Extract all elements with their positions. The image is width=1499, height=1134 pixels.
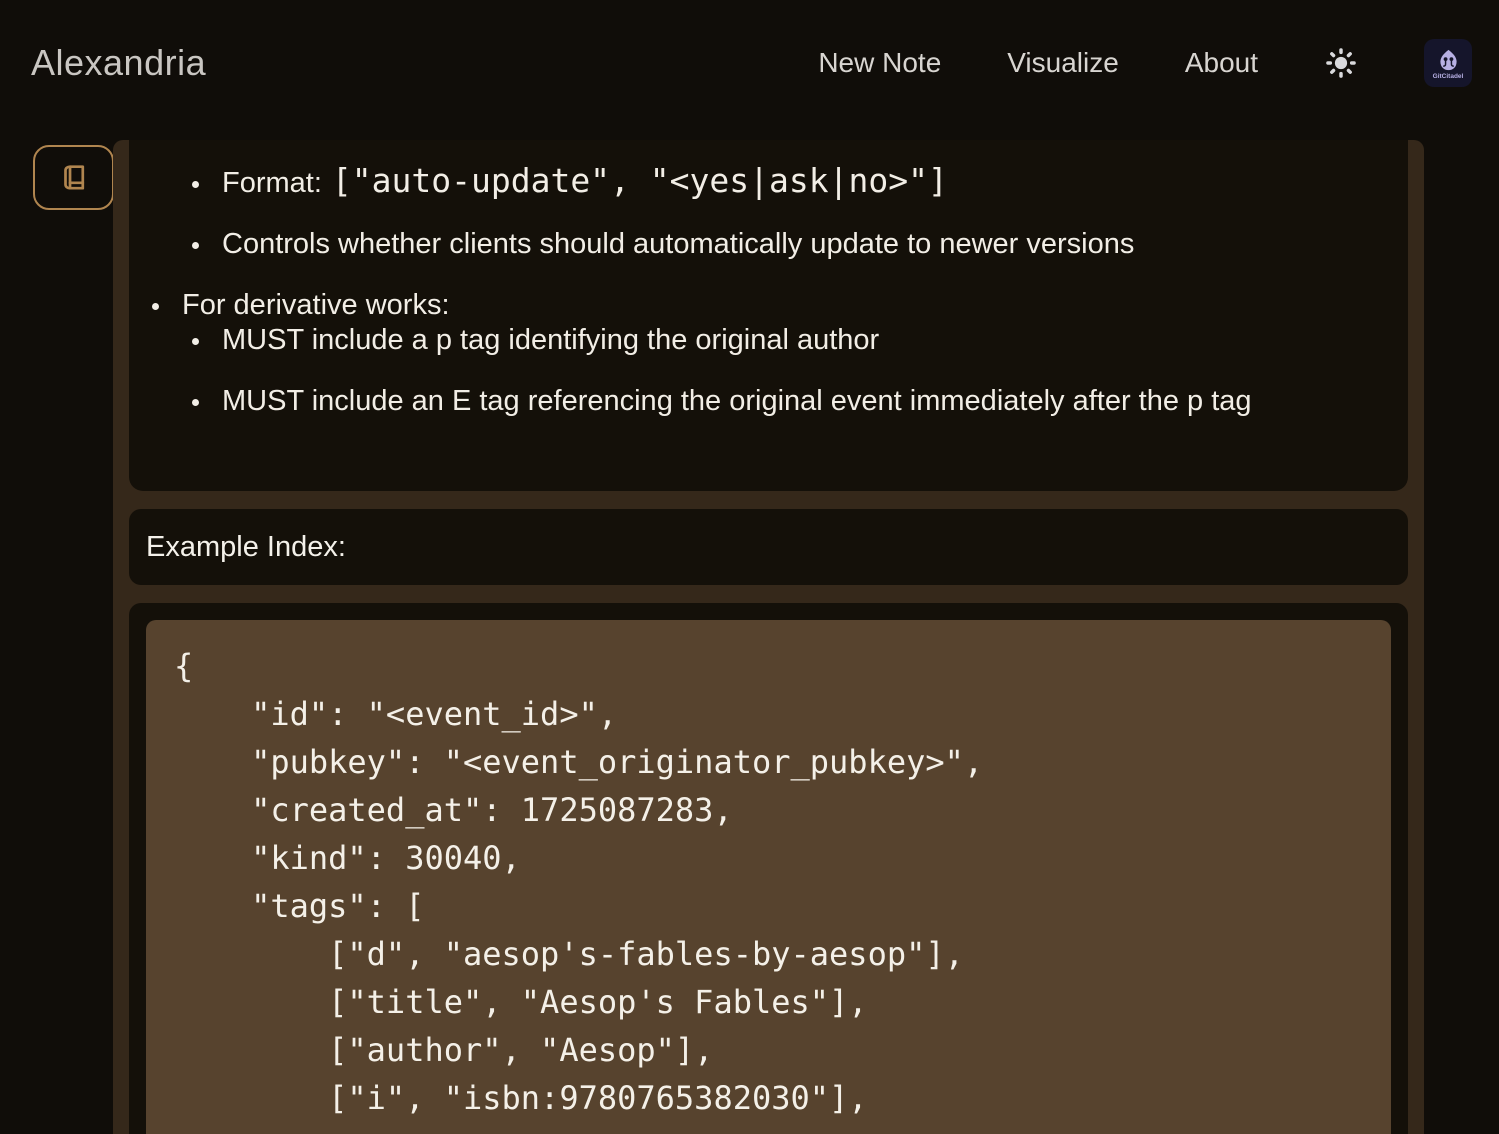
example-index-heading: Example Index: bbox=[146, 531, 346, 564]
toc-book-button[interactable] bbox=[33, 145, 114, 210]
theme-toggle-button[interactable] bbox=[1324, 46, 1358, 80]
derivative-sublist: MUST include a p tag identifying the ori… bbox=[182, 323, 1408, 419]
json-code-text: { "id": "<event_id>", "pubkey": "<event_… bbox=[146, 620, 1391, 1122]
doc-bullets-card: Format:["auto-update", "<yes|ask|no>"] C… bbox=[129, 140, 1408, 491]
list-item-derivative: For derivative works: MUST include a p t… bbox=[129, 288, 1408, 419]
list-item-format: Format:["auto-update", "<yes|ask|no>"] bbox=[129, 166, 1408, 201]
list-item-e-tag: MUST include an E tag referencing the or… bbox=[182, 384, 1408, 419]
nav-about[interactable]: About bbox=[1185, 47, 1258, 79]
derivative-label: For derivative works: bbox=[182, 289, 450, 321]
top-nav: New Note Visualize About bbox=[818, 0, 1472, 126]
nav-visualize[interactable]: Visualize bbox=[1007, 47, 1119, 79]
json-code-block: { "id": "<event_id>", "pubkey": "<event_… bbox=[146, 620, 1391, 1134]
gitcitadel-logo[interactable]: GitCitadel bbox=[1424, 39, 1472, 87]
list-item-p-tag: MUST include a p tag identifying the ori… bbox=[182, 323, 1408, 358]
gitcitadel-glyph-icon bbox=[1435, 47, 1462, 74]
sun-icon bbox=[1325, 47, 1357, 79]
doc-bullet-list: Format:["auto-update", "<yes|ask|no>"] C… bbox=[129, 166, 1408, 419]
list-item-controls: Controls whether clients should automati… bbox=[129, 227, 1408, 262]
book-icon bbox=[57, 161, 91, 195]
example-index-card: Example Index: bbox=[129, 509, 1408, 585]
example-code-card: { "id": "<event_id>", "pubkey": "<event_… bbox=[129, 603, 1408, 1134]
reader-panel: Format:["auto-update", "<yes|ask|no>"] C… bbox=[113, 140, 1424, 1134]
brand-title: Alexandria bbox=[31, 42, 206, 84]
format-label: Format: bbox=[222, 167, 322, 199]
format-code: ["auto-update", "<yes|ask|no>"] bbox=[332, 161, 948, 200]
gitcitadel-logo-caption: GitCitadel bbox=[1433, 73, 1464, 80]
nav-new-note[interactable]: New Note bbox=[818, 47, 941, 79]
